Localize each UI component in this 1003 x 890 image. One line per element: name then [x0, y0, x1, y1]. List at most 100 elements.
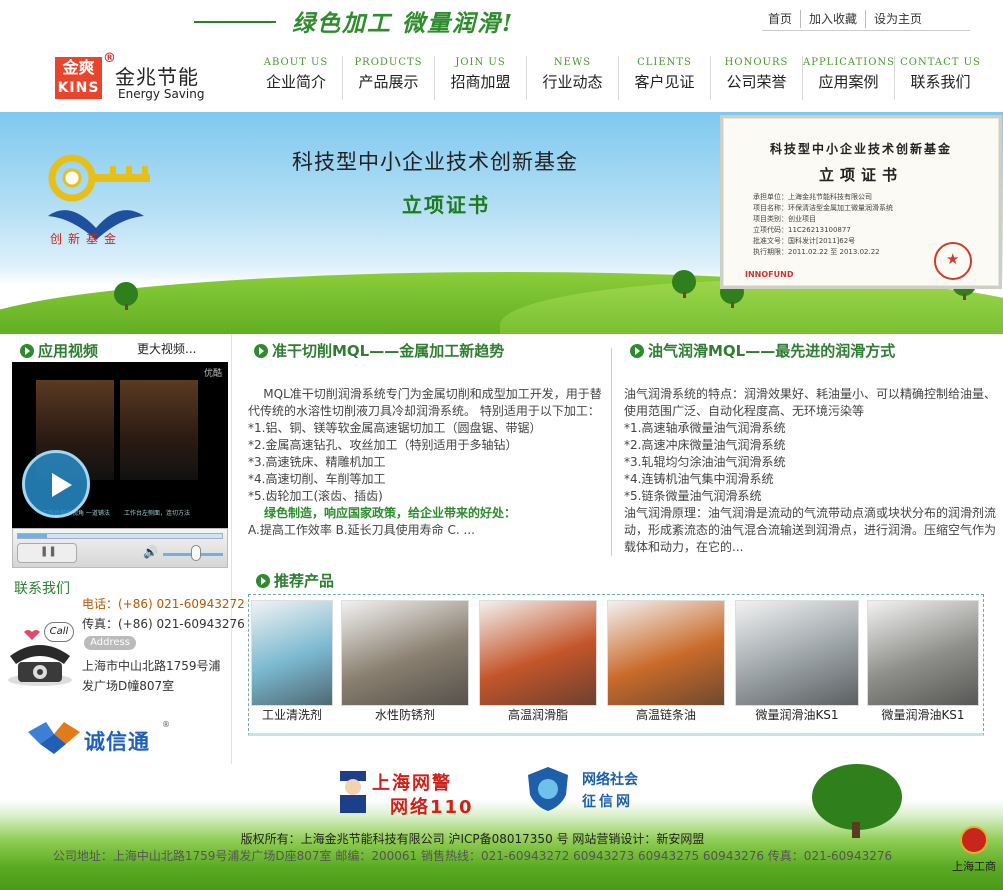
progress-fill — [18, 534, 47, 538]
banner-subtitle: 立项证书 — [402, 193, 490, 217]
product-image — [341, 600, 469, 706]
nav-en-label: ABOUT US — [263, 57, 329, 68]
company-address-line: 公司地址：上海中山北路1759号浦发广场D座807室 邮编：200061 销售热… — [52, 849, 893, 863]
bullet-arrow-icon — [256, 573, 270, 588]
contact-address: 上海市中山北路1759号浦发广场D幢807室 — [82, 659, 221, 693]
article-heading-label: 准干切削MQL——金属加工新趋势 — [272, 342, 505, 360]
product-card[interactable]: 微量润滑油KS1 — [735, 600, 859, 722]
cyber-police-subtitle: 网络110 — [390, 797, 474, 818]
certificate-line: 批准文号：国科发计[2011]62号 — [753, 237, 856, 245]
article-list-item: *2.高速冲床微量油气润滑系统 — [624, 438, 786, 452]
top-links: 首页 加入收藏 设为主页 — [760, 10, 968, 28]
product-image — [251, 600, 333, 706]
shanghai-gongshang-badge[interactable]: 上海工商 — [950, 826, 998, 886]
article-list-item: *3.轧辊均匀涂油油气润滑系统 — [624, 455, 786, 469]
product-name: 高温润滑脂 — [507, 708, 568, 722]
banner: 创新基金 科技型中小企业技术创新基金 立项证书 科技型中小企业技术创新基金 立项… — [0, 112, 1003, 334]
article-list-item: *1.铝、铜、镁等软金属高速锯切加工（圆盘锯、带锯） — [248, 421, 542, 435]
banner-title: 科技型中小企业技术创新基金 — [292, 150, 578, 174]
contact-fax: 传真：(+86) 021-60943276 — [82, 617, 245, 631]
article-highlight: 绿色制造，响应国家政策，给企业带来的好处： — [264, 506, 517, 520]
nav-applications[interactable]: APPLICATIONS 应用案例 — [802, 56, 894, 100]
product-name: 水性防锈剂 — [374, 708, 435, 722]
certificate-line: 执行期限：2011.02.22 至 2013.02.22 — [753, 248, 880, 256]
credit-network-subtitle: 征信网 — [582, 794, 633, 810]
police-officer-icon — [340, 771, 366, 813]
nav-cn-label: 联系我们 — [910, 73, 971, 91]
player-controls: 🔊 — [12, 528, 228, 568]
bullet-arrow-icon — [630, 343, 644, 358]
article-list-item: *3.高速铣床、精雕机加工 — [248, 455, 386, 469]
chengxintong-registered-mark: ® — [162, 720, 170, 729]
video-heading-label: 应用视频 — [38, 342, 99, 360]
article-oil-air-lubrication: 油气润滑MQL——最先进的润滑方式 油气润滑系统的特点：润滑效果好、耗油量小、可… — [624, 340, 998, 556]
tree-icon — [114, 282, 138, 310]
article-heading[interactable]: 油气润滑MQL——最先进的润滑方式 — [630, 340, 998, 366]
certificate-details: 承担单位：上海金兆节能科技有限公司 项目名称：环保清洁型金属加工微量润滑系统 项… — [753, 192, 893, 258]
nav-join[interactable]: JOIN US 招商加盟 — [434, 56, 526, 100]
slogan: 绿色加工 微量润滑! — [292, 10, 515, 37]
certificate-line: 立项代码：11C26213100877 — [753, 226, 851, 234]
logo-mark: 金爽 KINS — [55, 57, 102, 99]
volume-icon[interactable]: 🔊 — [143, 545, 158, 559]
product-card[interactable]: 高温润滑脂 — [479, 600, 597, 722]
add-favorite-link[interactable]: 加入收藏 — [800, 10, 865, 28]
nav-en-label: PRODUCTS — [354, 57, 423, 68]
nav-cn-label: 行业动态 — [542, 73, 603, 91]
set-homepage-link[interactable]: 设为主页 — [865, 10, 930, 28]
article-heading[interactable]: 准干切削MQL——金属加工新趋势 — [254, 340, 604, 366]
credit-network-badge[interactable]: 网络社会 征信网 — [526, 765, 646, 819]
cyber-police-badge[interactable]: 上海网警 网络110 — [334, 765, 486, 819]
address-tag: Address — [84, 636, 136, 650]
more-video-link[interactable]: 更大视频... — [137, 340, 196, 357]
left-sidebar: 应用视频 更大视频... 优酷 工作台前后视角 一道铺法 工作台左侧面，连切方法… — [0, 334, 245, 764]
slogan-divider — [194, 21, 276, 23]
nav-en-label: NEWS — [553, 57, 592, 68]
pause-button[interactable] — [17, 543, 77, 563]
product-card[interactable]: 高温链条油 — [607, 600, 725, 722]
product-card[interactable]: 工业清洗剂 — [251, 600, 333, 722]
article-list-item: *4.高速切削、车削等加工 — [248, 472, 386, 486]
product-card[interactable]: 水性防锈剂 — [341, 600, 469, 722]
nav-news[interactable]: NEWS 行业动态 — [526, 56, 618, 100]
nav-en-label: CONTACT US — [900, 57, 981, 68]
nav-cn-label: 企业简介 — [265, 73, 326, 91]
home-link[interactable]: 首页 — [760, 10, 800, 28]
video-caption: 工作台左侧面，连切方法 — [124, 510, 191, 517]
main-nav: ABOUT US 企业简介 PRODUCTS 产品展示 JOIN US 招商加盟 NE… — [250, 56, 986, 100]
nav-about[interactable]: ABOUT US 企业简介 — [250, 56, 342, 100]
product-name: 微量润滑油KS1 — [755, 708, 839, 722]
shield-globe-icon — [528, 767, 568, 811]
credit-network-title: 网络社会 — [582, 772, 638, 788]
nav-products[interactable]: PRODUCTS 产品展示 — [342, 56, 434, 100]
contact-telephone: 电话：(+86) 021-60943272 — [82, 597, 245, 611]
product-name: 工业清洗剂 — [261, 708, 322, 722]
products-heading-label: 推荐产品 — [274, 572, 335, 590]
bullet-arrow-icon — [254, 343, 268, 358]
product-gallery: 工业清洗剂 水性防锈剂 高温润滑脂 高温链条油 微量润滑油KS1 微量润滑油KS… — [248, 594, 984, 736]
product-image — [607, 600, 725, 706]
article-divider — [611, 348, 612, 556]
article-list-item: *5.链条微量油气润滑系统 — [624, 489, 762, 503]
nav-cn-label: 产品展示 — [358, 73, 419, 91]
nav-contact[interactable]: CONTACT US 联系我们 — [894, 56, 986, 100]
logo-mark-en: KINS — [57, 80, 100, 96]
nav-cn-label: 公司荣誉 — [726, 73, 787, 91]
certificate-line: 项目名称：环保清洁型金属加工微量润滑系统 — [753, 204, 893, 212]
play-button-icon[interactable] — [22, 450, 90, 518]
bullet-arrow-icon — [20, 343, 34, 358]
volume-slider-handle[interactable] — [191, 545, 201, 561]
progress-bar[interactable] — [17, 533, 223, 539]
nav-honours[interactable]: HONOURS 公司荣誉 — [710, 56, 802, 100]
products-heading: 推荐产品 — [256, 570, 334, 591]
article-body: 油气润滑系统的特点：润滑效果好、耗油量小、可以精确控制给油量、使用范围广泛、自动… — [624, 386, 998, 556]
article-intro: 油气润滑系统的特点：润滑效果好、耗油量小、可以精确控制给油量、使用范围广泛、自动… — [624, 387, 997, 418]
product-image — [867, 600, 979, 706]
article-list-item: *2.金属高速钻孔、攻丝加工（特别适用于多轴钻） — [248, 438, 518, 452]
nav-clients[interactable]: CLIENTS 客户见证 — [618, 56, 710, 100]
video-player[interactable]: 优酷 工作台前后视角 一道铺法 工作台左侧面，连切方法 — [12, 362, 228, 528]
video-frame-right — [120, 380, 198, 480]
product-card[interactable]: 微量润滑油KS1 — [867, 600, 979, 722]
nav-en-label: APPLICATIONS — [803, 57, 896, 68]
chengxintong-logo[interactable]: 诚信通 ® — [26, 720, 176, 758]
